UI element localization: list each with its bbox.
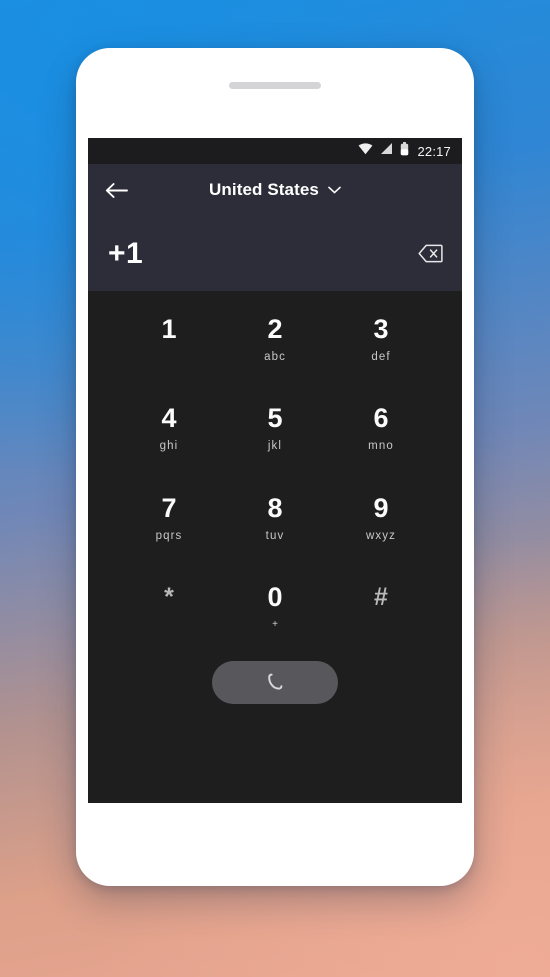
key-digit: 0: [267, 582, 283, 613]
phone-device-frame: 22:17 United States +1 1 2 abc 3 def 4 g…: [76, 48, 474, 886]
chevron-down-icon: [328, 186, 341, 194]
country-selector[interactable]: United States: [88, 180, 462, 200]
key-digit: 4: [161, 403, 177, 434]
key-letters: tuv: [265, 529, 285, 542]
key-letters: mno: [368, 440, 394, 453]
key-digit: 9: [373, 492, 389, 523]
key-digit: 8: [267, 492, 283, 523]
phone-screen: 22:17 United States +1 1 2 abc 3 def 4 g…: [88, 138, 462, 803]
keypad-key-7[interactable]: 7 pqrs: [116, 474, 222, 564]
keypad-key-2[interactable]: 2 abc: [222, 295, 328, 385]
battery-icon: [400, 141, 409, 161]
key-digit: *: [164, 583, 174, 612]
key-letters: wxyz: [366, 529, 396, 542]
keypad-key-8[interactable]: 8 tuv: [222, 474, 328, 564]
keypad-key-5[interactable]: 5 jkl: [222, 385, 328, 475]
key-letters: pqrs: [155, 529, 183, 542]
back-arrow-icon: [105, 182, 128, 198]
key-digit: 3: [373, 313, 389, 344]
keypad-key-0[interactable]: 0 +: [222, 564, 328, 654]
key-letters: +: [272, 619, 278, 631]
backspace-icon: [417, 244, 443, 263]
key-digit: 2: [267, 313, 283, 344]
cell-signal-icon: [380, 142, 393, 160]
key-digit: 1: [161, 313, 177, 344]
phone-number-field[interactable]: +1: [88, 216, 462, 291]
country-name-label: United States: [209, 180, 319, 199]
app-bar: United States: [88, 164, 462, 216]
dial-keypad: 1 2 abc 3 def 4 ghi 5 jkl 6 mno 7 pqrs 8…: [88, 291, 462, 653]
key-digit: 7: [161, 492, 177, 523]
keypad-key-hash[interactable]: #: [328, 564, 434, 654]
phone-handset-icon: [267, 673, 282, 690]
key-letters: ghi: [159, 440, 179, 453]
key-digit: 6: [373, 403, 389, 434]
status-bar-clock: 22:17: [417, 143, 451, 159]
keypad-key-1[interactable]: 1: [116, 295, 222, 385]
key-letters: def: [371, 350, 391, 363]
keypad-key-star[interactable]: *: [116, 564, 222, 654]
backspace-button[interactable]: [415, 241, 445, 267]
key-letters: abc: [264, 350, 286, 363]
wifi-icon: [358, 142, 373, 160]
key-digit: #: [374, 583, 388, 612]
status-bar: 22:17: [88, 138, 462, 164]
key-digit: 5: [267, 403, 283, 434]
call-bar: [88, 653, 462, 729]
keypad-key-3[interactable]: 3 def: [328, 295, 434, 385]
speaker-grille-icon: [229, 82, 321, 89]
back-button[interactable]: [99, 173, 133, 207]
keypad-key-4[interactable]: 4 ghi: [116, 385, 222, 475]
key-letters: jkl: [267, 440, 283, 453]
keypad-key-9[interactable]: 9 wxyz: [328, 474, 434, 564]
call-button[interactable]: [212, 661, 338, 704]
keypad-key-6[interactable]: 6 mno: [328, 385, 434, 475]
header-block: United States +1: [88, 164, 462, 291]
phone-number-value: +1: [108, 236, 144, 270]
